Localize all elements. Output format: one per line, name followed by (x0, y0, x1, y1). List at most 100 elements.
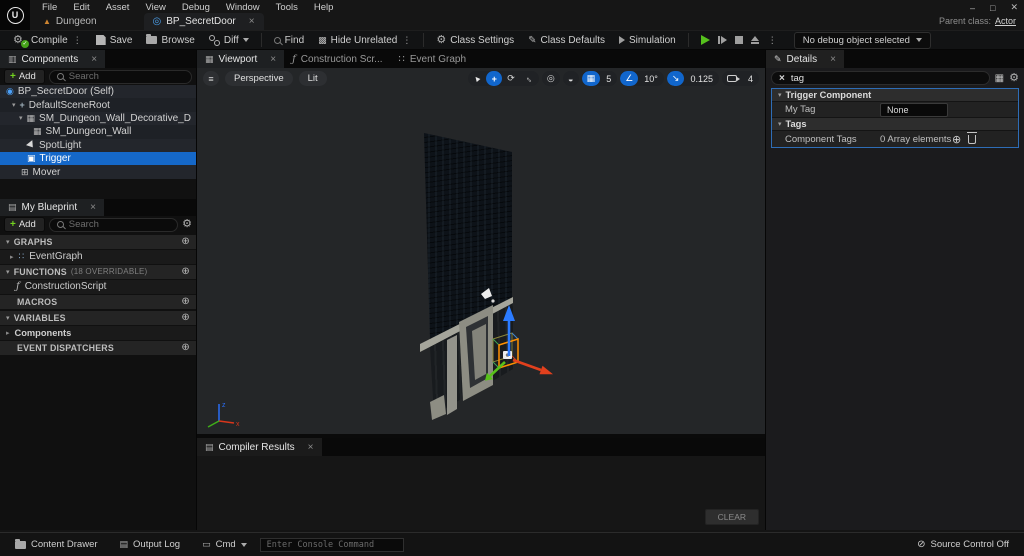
world-space-icon[interactable]: ◎ (542, 71, 560, 86)
tab-dungeon-level[interactable]: ▲ Dungeon (34, 13, 106, 30)
clear-button[interactable]: CLEAR (705, 509, 759, 525)
section-graphs[interactable]: ▾ GRAPHS ⊕ (0, 235, 196, 249)
menu-help[interactable]: Help (306, 2, 342, 13)
play-icon[interactable] (701, 35, 710, 45)
cmd-dropdown[interactable]: ▭ Cmd (193, 533, 256, 556)
grid-snap-value[interactable]: 5 (600, 71, 617, 86)
clear-search-icon[interactable]: × (779, 73, 785, 84)
tab-close-icon[interactable]: × (249, 16, 255, 27)
debug-object-dropdown[interactable]: No debug object selected (794, 32, 931, 49)
expander-icon[interactable]: ▾ (12, 101, 16, 109)
console-command-input[interactable] (260, 538, 404, 552)
move-tool-icon[interactable]: + (486, 71, 502, 86)
frame-skip-icon[interactable] (718, 36, 727, 44)
lit-button[interactable]: Lit (299, 71, 327, 86)
add-component-button[interactable]: + Add (4, 69, 45, 84)
compile-button[interactable]: ⚙✓ Compile ⋮ (6, 31, 89, 49)
tab-bp-secretdoor[interactable]: ◎ BP_SecretDoor × (144, 13, 264, 30)
expander-icon[interactable]: ▸ (6, 329, 10, 337)
camera-speed-icon[interactable] (722, 71, 742, 86)
rotate-tool-icon[interactable]: ⟳ (502, 71, 520, 86)
tab-close-icon[interactable]: × (90, 202, 96, 213)
compile-options-icon[interactable]: ⋮ (73, 35, 82, 46)
menu-window[interactable]: Window (218, 2, 268, 13)
scale-tool-icon[interactable]: ⇔ (520, 71, 539, 86)
menu-debug[interactable]: Debug (174, 2, 218, 13)
add-blueprint-item-button[interactable]: + Add (4, 217, 45, 232)
stop-icon[interactable] (735, 36, 743, 44)
expander-icon[interactable]: ▸ (10, 253, 14, 261)
scale-snap-icon[interactable]: ↘ (667, 71, 685, 86)
tab-my-blueprint[interactable]: ▤ My Blueprint × (0, 199, 104, 216)
tab-construction-script[interactable]: ƒ Construction Scr... (284, 50, 390, 68)
menu-tools[interactable]: Tools (268, 2, 306, 13)
my-blueprint-search-input[interactable] (69, 219, 170, 230)
tree-row-defaultsceneroot[interactable]: ▾ + DefaultSceneRoot (0, 98, 196, 111)
tree-row-trigger-selected[interactable]: ▣ Trigger (0, 152, 196, 165)
hide-unrelated-options-icon[interactable]: ⋮ (402, 35, 411, 46)
parent-class-link[interactable]: Actor (995, 16, 1016, 26)
source-control-button[interactable]: ⊘ Source Control Off (908, 533, 1018, 556)
save-button[interactable]: Save (89, 31, 140, 49)
components-search-input[interactable] (69, 71, 184, 82)
minimize-icon[interactable]: – (970, 3, 975, 13)
tree-row-mover[interactable]: ⊞ Mover (0, 165, 196, 178)
tab-compiler-results[interactable]: ▤ Compiler Results × (197, 438, 322, 456)
perspective-button[interactable]: Perspective (225, 71, 293, 86)
add-function-icon[interactable]: ⊕ (181, 266, 190, 277)
tree-row-spotlight[interactable]: SpotLight (0, 139, 196, 152)
hide-unrelated-button[interactable]: ▩ Hide Unrelated ⋮ (311, 31, 418, 49)
menu-edit[interactable]: Edit (65, 2, 97, 13)
rotation-snap-icon[interactable]: ∠ (620, 71, 638, 86)
expander-icon[interactable]: ▾ (19, 114, 23, 122)
grid-snap-icon[interactable]: ▦ (582, 71, 601, 86)
close-icon[interactable]: ✕ (1010, 2, 1018, 13)
section-variables[interactable]: ▾ VARIABLES ⊕ (0, 311, 196, 325)
surface-snap-icon[interactable]: ◒ (563, 71, 579, 86)
unreal-logo-icon[interactable]: U (0, 0, 30, 30)
tree-row-sm-dungeon-wall-decorative[interactable]: ▾ ▦ SM_Dungeon_Wall_Decorative_D (0, 112, 196, 125)
section-macros[interactable]: MACROS ⊕ (0, 295, 196, 309)
select-tool-icon[interactable]: ▲ (468, 71, 486, 86)
blueprint-settings-gear-icon[interactable]: ⚙ (182, 219, 192, 230)
add-event-dispatcher-icon[interactable]: ⊕ (181, 342, 190, 353)
browse-button[interactable]: Browse (139, 31, 201, 49)
item-constructionscript[interactable]: ƒ ConstructionScript (0, 280, 196, 294)
add-macro-icon[interactable]: ⊕ (181, 296, 190, 307)
output-log-button[interactable]: ▤ Output Log (111, 533, 190, 556)
viewport-3d[interactable]: z x ≡ Perspective Lit ▲ + ⟳ ⇔ ◎ ◒ ▦ 5 (197, 68, 765, 434)
add-variable-icon[interactable]: ⊕ (181, 312, 190, 323)
viewport-menu-icon[interactable]: ≡ (203, 71, 219, 86)
item-eventgraph[interactable]: ▸ ∷ EventGraph (0, 250, 196, 264)
menu-file[interactable]: File (34, 2, 65, 13)
add-graph-icon[interactable]: ⊕ (181, 236, 190, 247)
splitter-left[interactable] (196, 50, 197, 530)
my-tag-dropdown[interactable]: None (880, 103, 948, 117)
rotation-snap-value[interactable]: 10° (638, 71, 664, 86)
tab-components[interactable]: ▥ Components × (0, 50, 105, 68)
details-search-input[interactable] (791, 73, 982, 84)
simulation-button[interactable]: Simulation (612, 31, 683, 49)
maximize-icon[interactable]: □ (990, 3, 995, 13)
splitter-right[interactable] (765, 50, 766, 530)
section-event-dispatchers[interactable]: EVENT DISPATCHERS ⊕ (0, 341, 196, 355)
section-trigger-component[interactable]: ▾ Trigger Component (772, 89, 1018, 102)
tab-close-icon[interactable]: × (270, 54, 276, 65)
tree-row-sm-dungeon-wall[interactable]: ▦ SM_Dungeon_Wall (0, 125, 196, 138)
menu-asset[interactable]: Asset (98, 2, 138, 13)
section-functions[interactable]: ▾ FUNCTIONS (18 OVERRIDABLE) ⊕ (0, 265, 196, 279)
content-drawer-button[interactable]: Content Drawer (6, 533, 107, 556)
details-settings-gear-icon[interactable]: ⚙ (1009, 73, 1019, 84)
tree-row-bp-secretdoor[interactable]: ◉ BP_SecretDoor (Self) (0, 85, 196, 98)
class-settings-button[interactable]: ⚙ Class Settings (429, 31, 521, 49)
diff-button[interactable]: Diff (202, 31, 256, 49)
tab-viewport[interactable]: ▦ Viewport × (197, 50, 284, 68)
trash-icon[interactable] (968, 135, 976, 144)
display-filter-icon[interactable]: ▦ (995, 73, 1004, 84)
scale-snap-value[interactable]: 0.125 (684, 71, 719, 86)
tab-close-icon[interactable]: × (308, 442, 314, 453)
section-tags[interactable]: ▾ Tags (772, 118, 1018, 131)
play-options-icon[interactable]: ⋮ (768, 35, 777, 46)
find-button[interactable]: Find (267, 31, 311, 49)
tab-close-icon[interactable]: × (830, 54, 836, 65)
